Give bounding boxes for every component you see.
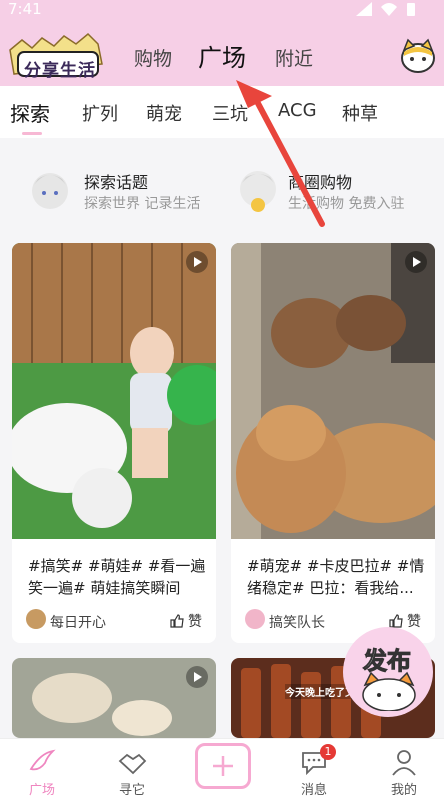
- post-video-thumbnail: [12, 243, 216, 539]
- app-logo: 分享生活: [2, 30, 106, 82]
- thumbs-up-icon: [388, 614, 403, 628]
- post-card[interactable]: #搞笑# #萌娃# #看一遍笑一遍# 萌娃搞笑瞬间 每日开心 赞: [12, 243, 216, 643]
- active-tab-indicator: [22, 132, 42, 135]
- subtab-kuolie[interactable]: 扩列: [82, 100, 118, 126]
- handshake-icon: [118, 753, 147, 775]
- status-time: 7:41: [8, 0, 42, 18]
- cat-mascot-icon: [362, 671, 416, 711]
- top-bar: 分享生活 购物 广场 附近: [0, 20, 444, 86]
- topic-shopping[interactable]: 商圈购物 生活购物 免费入驻: [228, 165, 444, 221]
- post-video-thumbnail: [231, 243, 435, 539]
- subtab-acg[interactable]: ACG: [278, 100, 317, 121]
- topic-explore[interactable]: 探索话题 探索世界 记录生活: [24, 165, 224, 221]
- category-tabs: 探索 扩列 萌宠 三坑 ACG 种草: [0, 86, 444, 138]
- tab-square[interactable]: 广场: [198, 38, 246, 73]
- like-button[interactable]: 赞: [169, 611, 202, 631]
- tab-nearby[interactable]: 附近: [275, 44, 313, 71]
- user-icon: [392, 750, 416, 776]
- logo-text: 分享生活: [24, 61, 96, 81]
- nav-profile[interactable]: 我的: [374, 739, 434, 799]
- nav-label: 我的: [390, 783, 417, 798]
- tab-shopping[interactable]: 购物: [134, 44, 172, 71]
- play-icon: [186, 251, 208, 273]
- square-icon: [29, 749, 56, 771]
- status-bar: 7:41: [0, 0, 444, 20]
- topic-title: 商圈购物: [288, 173, 353, 192]
- nav-find[interactable]: 寻它: [102, 739, 162, 799]
- nav-label: 消息: [300, 783, 327, 798]
- post-card[interactable]: #萌宠# #卡皮巴拉# #情绪稳定# 巴拉：看我给... 搞笑队长 赞: [231, 243, 435, 643]
- like-label: 赞: [188, 614, 202, 630]
- status-icons: [356, 1, 416, 17]
- shopping-avatar-icon: [240, 171, 276, 212]
- post-card[interactable]: [12, 658, 216, 738]
- subtab-zhongcao[interactable]: 种草: [342, 100, 378, 126]
- author-name[interactable]: 搞笑队长: [269, 612, 325, 632]
- nav-label: 广场: [28, 783, 55, 798]
- profile-cat-icon[interactable]: [400, 38, 436, 74]
- nav-label: 寻它: [118, 783, 145, 798]
- battery-icon: [407, 3, 415, 16]
- play-icon: [186, 666, 208, 688]
- add-post-button[interactable]: [195, 743, 251, 789]
- explore-avatar-icon: [32, 173, 68, 209]
- author-avatar[interactable]: [26, 609, 46, 629]
- play-icon: [405, 251, 427, 273]
- post-caption: #萌宠# #卡皮巴拉# #情绪稳定# 巴拉：看我给...: [247, 557, 425, 597]
- publish-button[interactable]: 发布: [343, 627, 433, 717]
- subtab-sankeng[interactable]: 三坑: [212, 100, 248, 126]
- topic-title: 探索话题: [84, 173, 149, 192]
- bottom-nav: 广场 寻它 消息 1 我的: [0, 738, 444, 798]
- message-badge: 1: [320, 744, 336, 760]
- wifi-icon: [381, 3, 397, 16]
- like-label: 赞: [407, 614, 421, 630]
- thumbs-up-icon: [169, 614, 184, 628]
- subtab-explore[interactable]: 探索: [10, 98, 50, 127]
- post-caption: #搞笑# #萌娃# #看一遍笑一遍# 萌娃搞笑瞬间: [28, 557, 206, 597]
- subtab-pets[interactable]: 萌宠: [146, 100, 182, 126]
- nav-square[interactable]: 广场: [12, 739, 72, 799]
- plus-icon: [213, 756, 233, 776]
- author-avatar[interactable]: [245, 609, 265, 629]
- topic-subtitle: 探索世界 记录生活: [84, 196, 201, 212]
- author-name[interactable]: 每日开心: [50, 612, 106, 632]
- signal-icon: [356, 2, 372, 16]
- topic-subtitle: 生活购物 免费入驻: [288, 196, 405, 212]
